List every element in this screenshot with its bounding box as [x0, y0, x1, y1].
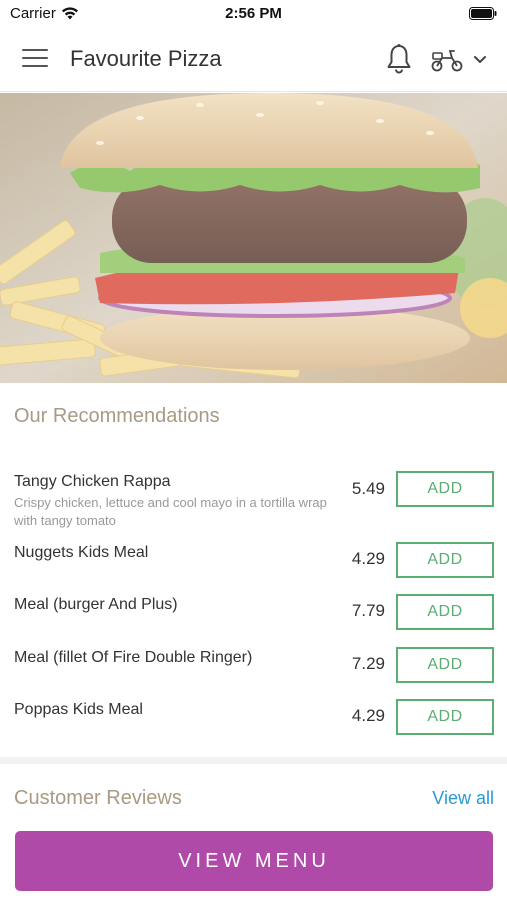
item-name: Tangy Chicken Rappa: [14, 473, 171, 490]
item-price: 7.29: [351, 654, 385, 673]
item-name: Nuggets Kids Meal: [14, 544, 149, 561]
item-name: Meal (burger And Plus): [14, 596, 178, 613]
view-all-link[interactable]: View all: [432, 788, 494, 809]
item-price: 4.29: [351, 549, 385, 568]
app-header: Favourite Pizza: [0, 28, 507, 92]
menu-icon[interactable]: [22, 49, 48, 71]
burger-image: [0, 93, 507, 383]
item-description: Crispy chicken, lettuce and cool mayo in…: [14, 495, 327, 528]
section-divider: [0, 757, 507, 764]
bell-icon[interactable]: [385, 43, 413, 75]
chevron-down-icon[interactable]: [472, 52, 488, 66]
status-time: 2:56 PM: [225, 5, 282, 22]
page-title: Favourite Pizza: [70, 46, 222, 71]
item-name: Meal (fillet Of Fire Double Ringer): [14, 649, 253, 666]
item-price: 5.49: [351, 479, 385, 498]
status-bar: Carrier 2:56 PM: [0, 0, 507, 28]
hero-image: [0, 93, 507, 383]
item-name: Poppas Kids Meal: [14, 701, 143, 718]
battery-icon: [469, 7, 497, 20]
add-button[interactable]: ADD: [396, 647, 494, 683]
add-button[interactable]: ADD: [396, 542, 494, 578]
add-button[interactable]: ADD: [396, 594, 494, 630]
reviews-title: Customer Reviews: [14, 787, 182, 809]
view-menu-button[interactable]: VIEW MENU: [15, 831, 493, 891]
recommendations-title: Our Recommendations: [14, 405, 220, 427]
item-price: 7.79: [351, 601, 385, 620]
add-button[interactable]: ADD: [396, 471, 494, 507]
add-button[interactable]: ADD: [396, 699, 494, 735]
scooter-icon[interactable]: [430, 47, 464, 73]
item-price: 4.29: [351, 706, 385, 725]
